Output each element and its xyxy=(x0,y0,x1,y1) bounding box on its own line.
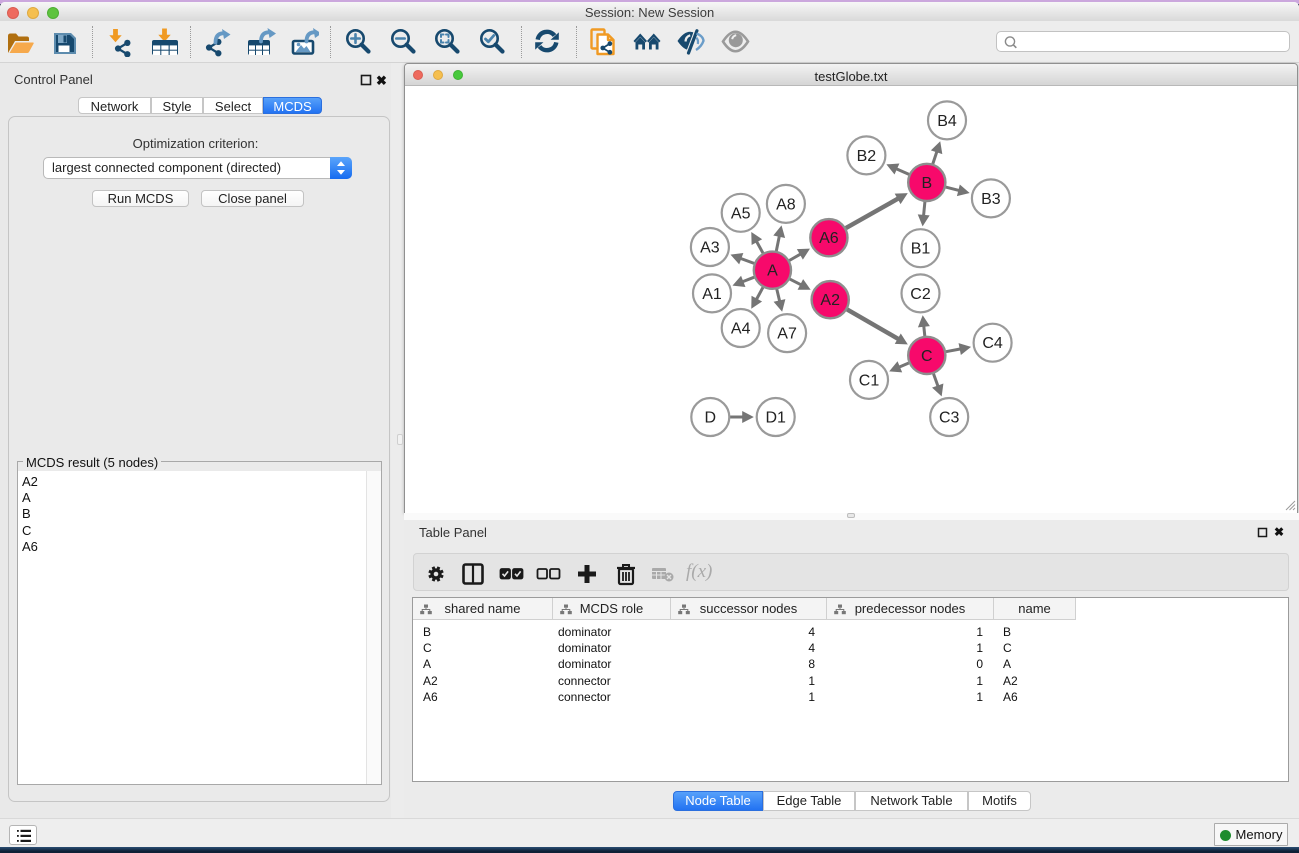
svg-text:A6: A6 xyxy=(819,230,839,247)
svg-text:A1: A1 xyxy=(702,286,722,303)
svg-text:A2: A2 xyxy=(820,292,840,309)
svg-text:C: C xyxy=(921,348,933,365)
svg-text:A: A xyxy=(767,263,778,280)
svg-text:B1: B1 xyxy=(911,241,931,258)
svg-text:A4: A4 xyxy=(731,321,751,338)
svg-text:A7: A7 xyxy=(777,326,797,343)
svg-text:B: B xyxy=(921,175,932,192)
svg-text:A5: A5 xyxy=(731,205,751,222)
svg-text:C3: C3 xyxy=(939,410,960,427)
svg-text:A8: A8 xyxy=(776,196,796,213)
svg-text:C2: C2 xyxy=(910,286,931,303)
svg-text:A3: A3 xyxy=(700,240,720,257)
svg-text:B2: B2 xyxy=(857,148,877,165)
svg-text:B3: B3 xyxy=(981,191,1001,208)
svg-text:C4: C4 xyxy=(982,335,1003,352)
svg-text:B4: B4 xyxy=(937,113,957,130)
svg-text:D1: D1 xyxy=(765,410,786,427)
svg-text:D: D xyxy=(705,410,717,427)
svg-text:C1: C1 xyxy=(859,372,880,389)
